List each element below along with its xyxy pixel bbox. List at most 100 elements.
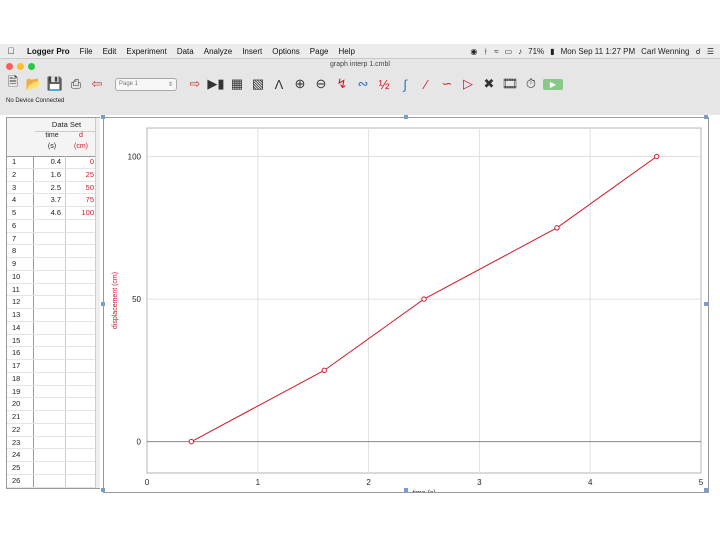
cell-d[interactable]: 100 <box>66 207 98 219</box>
linear-fit-icon[interactable]: ∕ <box>417 75 435 93</box>
save-icon[interactable]: 💾 <box>46 75 64 93</box>
cell-d[interactable] <box>66 360 98 372</box>
user-name[interactable]: Carl Wenning <box>641 47 689 56</box>
print-icon[interactable]: ⎙ <box>67 75 85 93</box>
collect-button[interactable]: ▶ <box>543 78 563 90</box>
curve-fit-icon[interactable]: ∽ <box>438 75 456 93</box>
displacement-time-graph[interactable]: 012345050100time (s)displacement (cm) <box>104 118 708 497</box>
cell-d[interactable] <box>66 284 98 296</box>
zoom-out-icon[interactable]: ⊖ <box>312 75 330 93</box>
table-row[interactable]: 19 <box>7 385 99 399</box>
cell-d[interactable] <box>66 347 98 359</box>
cell-d[interactable] <box>66 296 98 308</box>
cell-d[interactable] <box>66 322 98 334</box>
cell-time[interactable] <box>34 258 66 270</box>
resize-handle[interactable] <box>404 488 408 492</box>
cell-d[interactable] <box>66 335 98 347</box>
table-row[interactable]: 11 <box>7 283 99 297</box>
table-row[interactable]: 2 1.6 25 <box>7 168 99 182</box>
table-row[interactable]: 14 <box>7 321 99 335</box>
bluetooth-icon[interactable]: ᛓ <box>483 47 488 56</box>
spotlight-icon[interactable]: ☌ <box>695 47 700 56</box>
table-row[interactable]: 16 <box>7 347 99 360</box>
cell-time[interactable] <box>34 334 66 347</box>
cell-d[interactable]: 0 <box>66 156 98 168</box>
stopwatch-icon[interactable]: ⏱ <box>522 75 540 93</box>
resize-handle[interactable] <box>704 115 708 119</box>
menu-analyze[interactable]: Analyze <box>199 47 237 56</box>
autoscale-icon[interactable]: Λ <box>270 75 288 93</box>
cell-time[interactable]: 4.6 <box>34 207 66 219</box>
cell-time[interactable]: 0.4 <box>34 156 66 168</box>
cell-d[interactable] <box>66 411 98 423</box>
cell-d[interactable] <box>66 258 98 270</box>
cell-time[interactable] <box>34 360 66 372</box>
table-row[interactable]: 26 <box>7 474 99 488</box>
cell-time[interactable] <box>34 296 66 308</box>
menu-options[interactable]: Options <box>267 47 305 56</box>
integral-icon[interactable]: ½ <box>375 75 393 93</box>
clock[interactable]: Mon Sep 11 1:27 PM <box>561 47 636 56</box>
cell-d[interactable] <box>66 373 98 385</box>
page-selector[interactable]: Page 1 ⇕ <box>115 77 177 91</box>
column-header-d[interactable]: d <box>66 132 96 139</box>
table-row[interactable]: 22 <box>7 423 99 437</box>
statistics-icon[interactable]: ∫ <box>396 75 414 93</box>
cell-time[interactable] <box>34 449 66 461</box>
cell-time[interactable] <box>34 474 66 487</box>
cell-d[interactable] <box>66 437 98 449</box>
resize-handle[interactable] <box>101 488 105 492</box>
table-row[interactable]: 24 <box>7 449 99 462</box>
table-row[interactable]: 1 0.4 0 <box>7 156 99 169</box>
table-icon[interactable]: ▧ <box>249 75 267 93</box>
calculator-icon[interactable]: ▦ <box>228 75 246 93</box>
resize-handle[interactable] <box>101 302 105 306</box>
menu-data[interactable]: Data <box>172 47 199 56</box>
table-row[interactable]: 21 <box>7 411 99 424</box>
data-browser-icon[interactable]: ▶▮ <box>207 75 225 93</box>
table-row[interactable]: 4 3.7 75 <box>7 194 99 207</box>
table-row[interactable]: 13 <box>7 309 99 322</box>
menu-help[interactable]: Help <box>333 47 359 56</box>
wifi-icon[interactable]: ≈ <box>494 47 498 56</box>
table-row[interactable]: 12 <box>7 296 99 309</box>
table-row[interactable]: 3 2.5 50 <box>7 181 99 195</box>
cell-time[interactable] <box>34 372 66 385</box>
volume-icon[interactable]: ♪ <box>518 47 522 56</box>
menu-page[interactable]: Page <box>305 47 334 56</box>
airplay-icon[interactable]: ▭ <box>505 47 513 56</box>
back-arrow-icon[interactable]: ⇦ <box>88 75 106 93</box>
table-row[interactable]: 7 <box>7 232 99 246</box>
table-row[interactable]: 6 <box>7 219 99 233</box>
cell-time[interactable]: 1.6 <box>34 168 66 181</box>
cell-time[interactable] <box>34 398 66 410</box>
table-row[interactable]: 10 <box>7 270 99 284</box>
column-header-time[interactable]: time <box>37 132 67 139</box>
table-row[interactable]: 17 <box>7 360 99 373</box>
menu-insert[interactable]: Insert <box>237 47 267 56</box>
table-row[interactable]: 18 <box>7 372 99 386</box>
tangent-icon[interactable]: ∾ <box>354 75 372 93</box>
table-row[interactable]: 15 <box>7 334 99 348</box>
table-row[interactable]: 8 <box>7 245 99 258</box>
cell-d[interactable] <box>66 424 98 436</box>
cell-time[interactable]: 3.7 <box>34 194 66 206</box>
video-icon[interactable]: 🎞 <box>501 75 519 93</box>
next-page-icon[interactable]: ⇨ <box>186 75 204 93</box>
table-scrollbar[interactable] <box>95 118 100 488</box>
table-row[interactable]: 5 4.6 100 <box>7 207 99 220</box>
menu-file[interactable]: File <box>75 47 98 56</box>
cell-time[interactable]: 2.5 <box>34 181 66 194</box>
model-icon[interactable]: ▷ <box>459 75 477 93</box>
cell-time[interactable] <box>34 462 66 474</box>
cell-d[interactable] <box>66 233 98 245</box>
table-row[interactable]: 23 <box>7 436 99 450</box>
cell-d[interactable] <box>66 271 98 283</box>
resize-handle[interactable] <box>704 302 708 306</box>
notification-center-icon[interactable]: ☰ <box>707 47 714 56</box>
data-set-name[interactable]: Data Set <box>35 119 98 132</box>
cell-time[interactable] <box>34 270 66 283</box>
zoom-in-icon[interactable]: ⊕ <box>291 75 309 93</box>
battery-percent[interactable]: 71% <box>528 47 544 56</box>
examine-icon[interactable]: ↯ <box>333 75 351 93</box>
